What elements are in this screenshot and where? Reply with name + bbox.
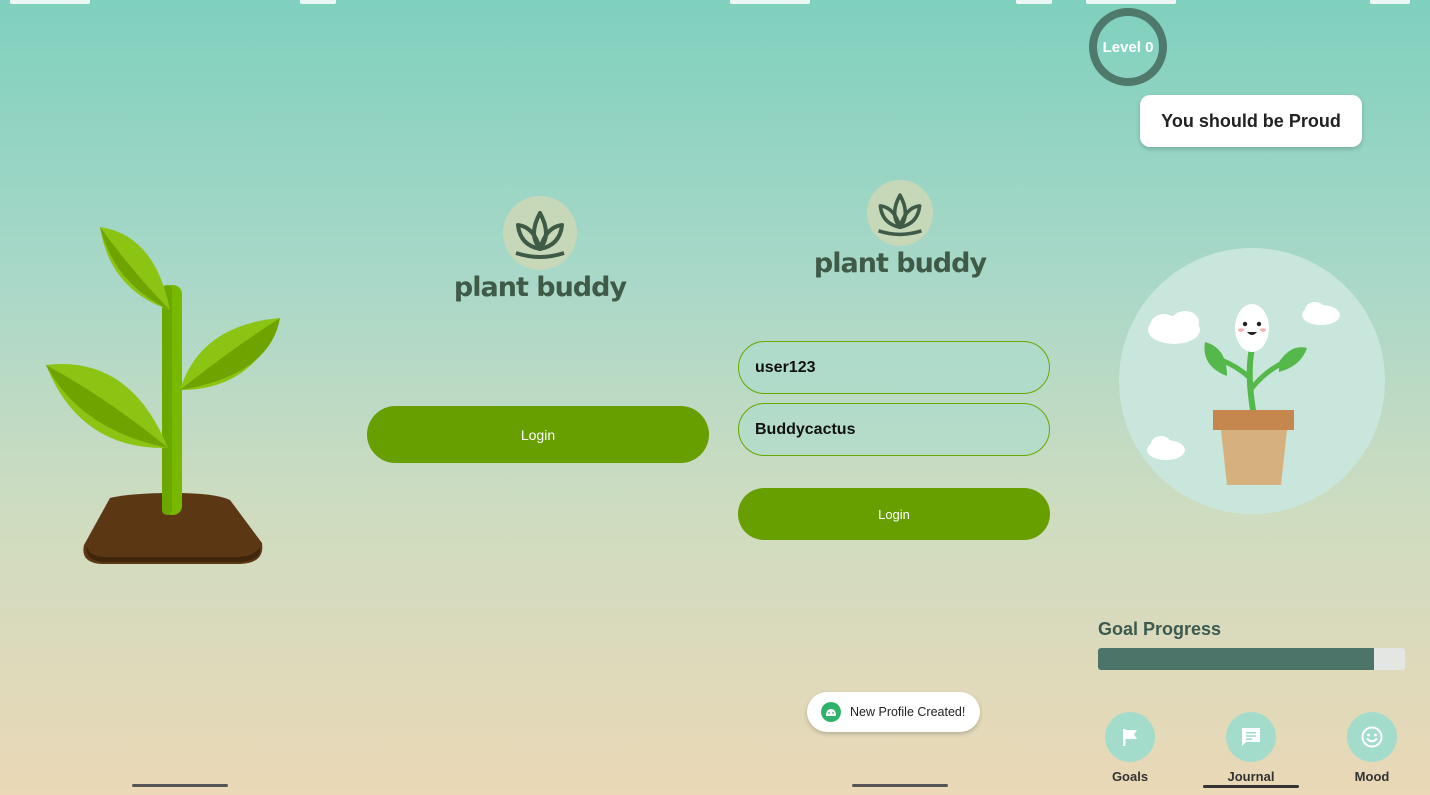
- goal-progress-fill: [1098, 648, 1375, 670]
- welcome-screen: plant buddy Login: [360, 0, 720, 795]
- chat-icon[interactable]: [1226, 712, 1276, 762]
- goal-progress-title: Goal Progress: [1098, 619, 1222, 639]
- nav-mood[interactable]: Mood: [1332, 712, 1412, 784]
- nav-active-indicator: [1203, 785, 1299, 788]
- nav-label: Mood: [1354, 769, 1390, 784]
- home-indicator[interactable]: [852, 784, 948, 787]
- password-field[interactable]: Buddycactus: [738, 403, 1050, 456]
- praise-message: You should be Proud: [1140, 95, 1362, 147]
- nav-label: Goals: [1111, 769, 1149, 784]
- dashboard-screen: Level 0 You should be Proud Goal Progres…: [1080, 0, 1430, 795]
- sprout-illustration: [46, 227, 280, 564]
- nav-journal[interactable]: Journal: [1211, 712, 1291, 784]
- status-bar-icons: [1016, 0, 1052, 4]
- nav-label: Journal: [1227, 769, 1275, 784]
- app-logo: plant buddy: [450, 196, 630, 303]
- toast-message: New Profile Created!: [807, 692, 980, 732]
- level-badge[interactable]: Level 0: [1089, 8, 1167, 86]
- login-screen: plant buddy user123 Buddycactus Login Ne…: [720, 0, 1080, 795]
- login-button[interactable]: Login: [367, 406, 709, 463]
- android-icon: [821, 702, 841, 722]
- app-logo: plant buddy: [810, 180, 990, 279]
- username-field[interactable]: user123: [738, 341, 1050, 394]
- nav-goals[interactable]: Goals: [1090, 712, 1170, 784]
- login-submit-button[interactable]: Login: [738, 488, 1050, 540]
- happy-plant-illustration: [1147, 302, 1340, 485]
- plant-scene[interactable]: [1119, 248, 1385, 514]
- goal-progress-bar: [1098, 648, 1405, 670]
- status-bar-icons: [300, 0, 336, 4]
- logo-wordmark: plant buddy: [453, 272, 627, 303]
- smiley-icon[interactable]: [1347, 712, 1397, 762]
- leaf-logo-icon: [867, 180, 933, 246]
- status-bar: [730, 0, 810, 4]
- flag-icon[interactable]: [1105, 712, 1155, 762]
- logo-wordmark: plant buddy: [813, 248, 987, 279]
- home-indicator[interactable]: [132, 784, 228, 787]
- status-bar: [10, 0, 90, 4]
- toast-text: New Profile Created!: [850, 705, 966, 719]
- status-bar: [1086, 0, 1176, 4]
- splash-screen: [0, 0, 360, 795]
- leaf-logo-icon: [503, 196, 577, 270]
- status-bar-icons: [1370, 0, 1410, 4]
